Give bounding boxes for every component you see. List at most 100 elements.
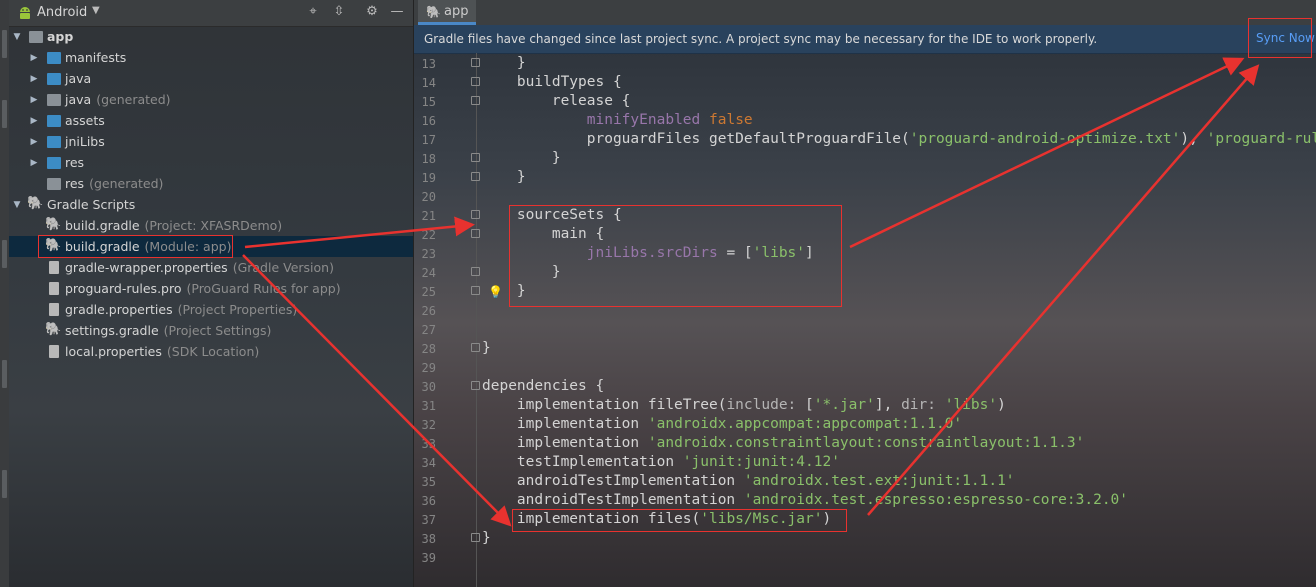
line-number: 19 <box>421 171 436 185</box>
folder-generated-icon <box>47 178 61 190</box>
line-number: 31 <box>421 399 436 413</box>
tree-item-build-gradle-project[interactable]: 🐘 build.gradle (Project: XFASRDemo) <box>9 215 413 236</box>
tree-item-settings-gradle[interactable]: 🐘 settings.gradle (Project Settings) <box>9 320 413 341</box>
code-line[interactable]: androidTestImplementation 'androidx.test… <box>482 473 1015 489</box>
tree-item-text: build.gradle (Project: XFASRDemo) <box>65 218 282 233</box>
line-number: 18 <box>421 152 436 166</box>
code-line[interactable]: implementation fileTree(include: ['*.jar… <box>482 397 1006 413</box>
code-token: 'proguard-rules.pro' <box>1206 131 1316 147</box>
code-line[interactable]: release { <box>482 93 631 109</box>
line-number: 36 <box>421 494 436 508</box>
tree-item-proguard-rules[interactable]: proguard-rules.pro (ProGuard Rules for ap… <box>9 278 413 299</box>
chevron-right-icon[interactable]: ▶ <box>29 158 39 168</box>
fold-marker-icon[interactable] <box>471 286 480 295</box>
code-line[interactable]: } <box>482 55 526 71</box>
tree-item-label: res <box>65 176 85 191</box>
crosshair-icon[interactable]: ⌖ <box>305 4 321 20</box>
code-line[interactable]: } <box>482 169 526 185</box>
code-token: [ <box>805 397 814 413</box>
file-icon <box>49 282 59 295</box>
fold-marker-icon[interactable] <box>471 533 480 542</box>
code-token: ], <box>874 397 902 413</box>
fold-marker-icon[interactable] <box>471 210 480 219</box>
chevron-down-icon[interactable]: ▼ <box>12 200 22 210</box>
fold-marker-icon[interactable] <box>471 96 480 105</box>
tree-item-local-properties[interactable]: local.properties (SDK Location) <box>9 341 413 362</box>
code-token: ) <box>997 397 1006 413</box>
code-line[interactable]: } <box>482 150 561 166</box>
chevron-right-icon[interactable]: ▶ <box>29 53 39 63</box>
tree-item-jnilibs[interactable]: ▶ jniLibs <box>9 131 413 152</box>
chevron-right-icon[interactable]: ▶ <box>29 95 39 105</box>
minimize-icon[interactable]: — <box>389 4 405 20</box>
fold-marker-icon[interactable] <box>471 153 480 162</box>
code-token: dependencies { <box>482 378 605 394</box>
fold-marker-icon[interactable] <box>471 77 480 86</box>
folder-icon <box>47 73 61 85</box>
fold-marker-icon[interactable] <box>471 381 480 390</box>
line-number: 27 <box>421 323 436 337</box>
code-line[interactable]: } <box>482 340 491 356</box>
fold-marker-icon[interactable] <box>471 267 480 276</box>
code-token: include: <box>726 397 806 413</box>
tree-item-res[interactable]: ▶ res <box>9 152 413 173</box>
code-line[interactable]: implementation 'androidx.constraintlayou… <box>482 435 1084 451</box>
line-number: 13 <box>421 57 436 71</box>
code-line[interactable]: implementation 'androidx.appcompat:appco… <box>482 416 962 432</box>
tool-tab-structure[interactable] <box>2 360 7 388</box>
code-line[interactable]: dependencies { <box>482 378 604 394</box>
code-token: '*.jar' <box>813 397 875 413</box>
tool-tab-project[interactable] <box>2 30 7 58</box>
code-line[interactable]: buildTypes { <box>482 74 622 90</box>
code-line[interactable]: testImplementation 'junit:junit:4.12' <box>482 454 840 470</box>
line-number: 15 <box>421 95 436 109</box>
gradle-icon: 🐘 <box>45 322 62 337</box>
chevron-down-icon[interactable]: ▼ <box>12 32 22 42</box>
project-view-selector[interactable]: Android <box>37 5 87 20</box>
fold-marker-icon[interactable] <box>471 229 480 238</box>
line-number: 33 <box>421 437 436 451</box>
fold-marker-icon[interactable] <box>471 172 480 181</box>
tool-tab-build-variants[interactable] <box>2 240 7 268</box>
chevron-right-icon[interactable]: ▶ <box>29 74 39 84</box>
tree-item-label: java <box>65 71 92 86</box>
tree-item-res-generated[interactable]: res (generated) <box>9 173 413 194</box>
tree-item-gradle-properties[interactable]: gradle.properties (Project Properties) <box>9 299 413 320</box>
tree-item-label: app <box>47 29 74 44</box>
code-line[interactable]: proguardFiles getDefaultProguardFile('pr… <box>482 131 1316 147</box>
chevron-right-icon[interactable]: ▶ <box>29 116 39 126</box>
collapse-icon[interactable]: ⇳ <box>331 4 347 20</box>
project-panel: Android ▼ ⌖ ⇳ ⚙ — ▼ app ▶ manifests ▶ ja… <box>9 0 414 587</box>
fold-marker-icon[interactable] <box>471 58 480 67</box>
editor-gutter[interactable]: 💡 13 14 15 16 17 18 19 20 21 22 23 24 25 26 27 28 29 30 31… <box>414 53 503 587</box>
code-token: } <box>482 530 491 546</box>
tree-item-gradle-scripts[interactable]: ▼ 🐘 Gradle Scripts <box>9 194 413 215</box>
code-token: 'libs' <box>944 397 998 413</box>
tree-item-manifests[interactable]: ▶ manifests <box>9 47 413 68</box>
line-number: 22 <box>421 228 436 242</box>
fold-marker-icon[interactable] <box>471 343 480 352</box>
line-number: 29 <box>421 361 436 375</box>
tree-item-assets[interactable]: ▶ assets <box>9 110 413 131</box>
code-token: } <box>482 169 526 185</box>
gear-icon[interactable]: ⚙ <box>364 4 380 20</box>
banner-message: Gradle files have changed since last pro… <box>424 32 1098 46</box>
tree-item-app[interactable]: ▼ app <box>9 26 413 47</box>
code-token: minifyEnabled <box>586 112 701 128</box>
tree-item-label: manifests <box>65 50 127 65</box>
tree-item-java-generated[interactable]: ▶ java (generated) <box>9 89 413 110</box>
tree-item-text: proguard-rules.pro (ProGuard Rules for ap… <box>65 281 341 296</box>
code-token: false <box>709 112 753 128</box>
code-line[interactable]: androidTestImplementation 'androidx.test… <box>482 492 1128 508</box>
tab-app[interactable]: 🐘 app <box>418 0 477 25</box>
tree-item-gradle-wrapper-properties[interactable]: gradle-wrapper.properties (Gradle Version… <box>9 257 413 278</box>
code-line[interactable]: } <box>482 530 491 546</box>
code-line[interactable]: minifyEnabled false <box>482 112 753 128</box>
tree-item-java[interactable]: ▶ java <box>9 68 413 89</box>
tree-item-label: gradle-wrapper.properties <box>65 260 228 275</box>
chevron-right-icon[interactable]: ▶ <box>29 137 39 147</box>
tree-item-meta: (SDK Location) <box>166 344 260 359</box>
chevron-down-icon[interactable]: ▼ <box>92 5 100 16</box>
tool-tab-favorites[interactable] <box>2 470 7 498</box>
tool-tab-resource-manager[interactable] <box>2 100 7 128</box>
